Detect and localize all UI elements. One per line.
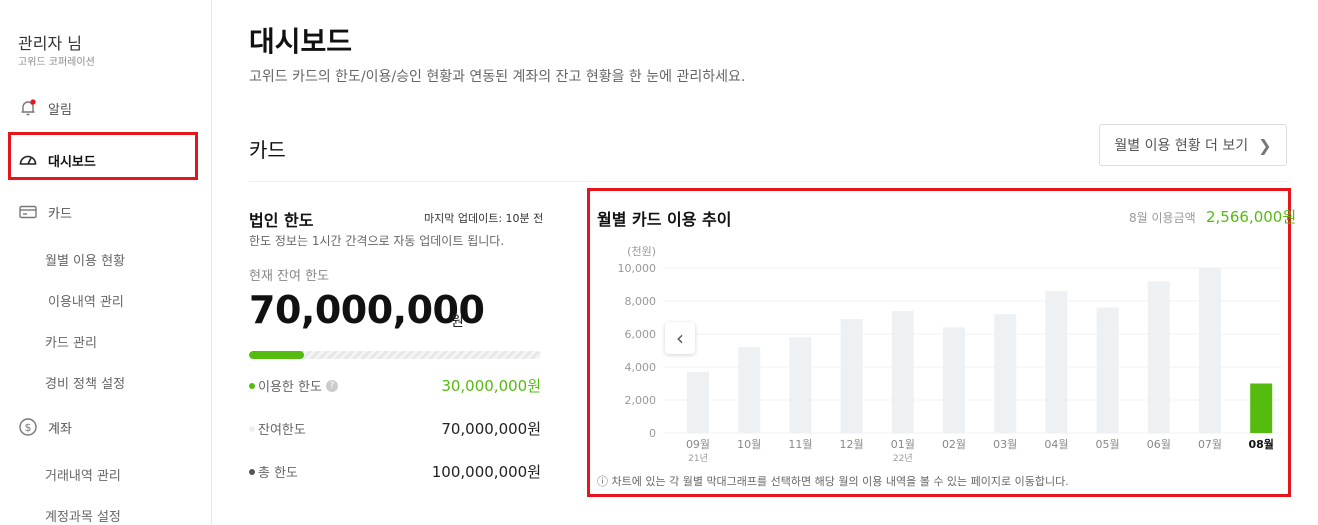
card-icon: [18, 202, 38, 222]
month-usage-amount: 2,566,000원: [1206, 208, 1297, 226]
total-dot: [249, 468, 255, 475]
limit-progress-fill: [249, 351, 305, 359]
card-section-title: 카드: [249, 138, 286, 162]
sidebar-sub-monthly-usage[interactable]: 월별 이용 현황: [45, 250, 125, 269]
sidebar-item-account[interactable]: $ 계좌: [18, 415, 72, 439]
page-title: 대시보드: [249, 25, 353, 58]
section-divider: [249, 181, 1289, 182]
remaining-row: 잔여한도 70,000,000원: [249, 419, 541, 439]
used-limit-label: 이용한 한도: [258, 380, 322, 395]
sidebar-sub-card-management[interactable]: 카드 관리: [45, 332, 97, 351]
month-usage-label: 8월 이용금액: [1129, 211, 1196, 225]
sidebar-item-alerts[interactable]: 알림: [18, 96, 72, 120]
remaining-limit-label: 현재 잔여 한도: [249, 269, 330, 284]
chevron-right-icon: ❯: [1258, 135, 1272, 155]
sidebar-sub-account-codes[interactable]: 계정과목 설정: [45, 506, 121, 525]
bell-icon: [18, 98, 38, 118]
total-limit-label: 총 한도: [258, 466, 299, 481]
chart-title: 월별 카드 이용 추이: [597, 210, 732, 229]
chart-prev-button[interactable]: ‹: [665, 322, 695, 354]
dollar-circle-icon: $: [18, 417, 38, 437]
monthly-usage-more-button[interactable]: 월별 이용 현황 더 보기 ❯: [1099, 124, 1287, 166]
limit-progress-bar: [249, 351, 541, 359]
sidebar-sub-usage-history[interactable]: 이용내역 관리: [48, 291, 124, 310]
corporate-limit-title: 법인 한도: [249, 211, 314, 230]
svg-text:$: $: [25, 421, 32, 434]
remaining-label: 잔여한도: [258, 423, 306, 438]
sidebar-sub-transactions[interactable]: 거래내역 관리: [45, 465, 121, 484]
sidebar-item-card[interactable]: 카드: [18, 200, 72, 224]
used-limit-value: 30,000,000원: [441, 377, 541, 395]
last-updated-text: 마지막 업데이트: 10분 전: [424, 212, 544, 225]
used-dot: [249, 382, 255, 389]
more-button-label: 월별 이용 현황 더 보기: [1114, 138, 1249, 154]
remaining-limit-value: 70,000,000: [249, 288, 485, 332]
sidebar-item-label: 카드: [48, 206, 72, 222]
currency-unit: 원: [451, 314, 464, 330]
chevron-left-icon: ‹: [676, 326, 684, 350]
sidebar: 관리자 님 고위드 코퍼레이션 알림 대시보드 카드 월별 이용 현황 이용내역…: [0, 0, 212, 525]
remaining-dot: [249, 425, 255, 432]
help-icon[interactable]: ?: [325, 379, 338, 392]
remaining-value: 70,000,000원: [441, 420, 541, 438]
sidebar-item-label: 계좌: [48, 421, 72, 437]
total-limit-row: 총 한도 100,000,000원: [249, 462, 541, 482]
used-limit-row: 이용한 한도? 30,000,000원: [249, 376, 541, 396]
limit-info-text: 한도 정보는 1시간 간격으로 자동 업데이트 됩니다.: [249, 234, 505, 248]
user-name: 관리자 님: [18, 34, 82, 53]
dashboard-highlight-box: [8, 132, 198, 180]
company-name: 고위드 코퍼레이션: [18, 57, 95, 68]
sidebar-sub-expense-policy[interactable]: 경비 정책 설정: [45, 373, 125, 392]
sidebar-item-label: 알림: [48, 102, 72, 118]
chart-info-note: ⓘ 차트에 있는 각 월별 막대그래프를 선택하면 해당 월의 이용 내역을 볼…: [597, 475, 1069, 488]
page-description: 고위드 카드의 한도/이용/승인 현황과 연동된 계좌의 잔고 현황을 한 눈에…: [249, 69, 746, 85]
total-limit-value: 100,000,000원: [431, 463, 541, 481]
